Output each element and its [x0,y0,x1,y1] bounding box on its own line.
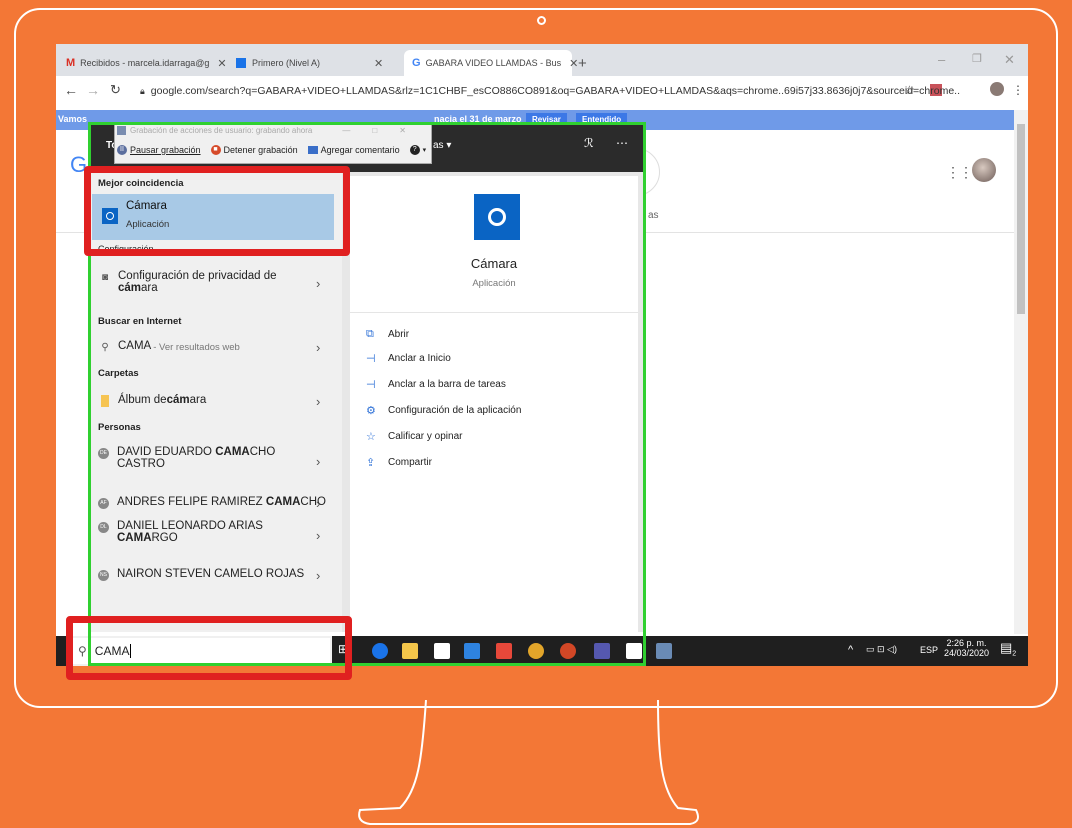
google-icon: G [412,57,421,69]
close-icon[interactable]: ✕ [569,57,578,70]
lock-icon: 🔒︎ [140,85,145,96]
tab-classroom[interactable]: Primero (Nivel A) ✕ [236,50,401,76]
tools-tab-fragment[interactable]: as [648,210,659,221]
address-bar[interactable]: 🔒︎ google.com/search?q=GABARA+VIDEO+LLAM… [140,82,960,100]
reload-icon[interactable]: ↻ [110,82,121,98]
tab-gmail[interactable]: M Recibidos - marcela.idarraga@g ✕ [66,50,231,76]
minimize-icon[interactable]: – [938,52,945,67]
monitor-camera [537,16,546,25]
browser-tab-strip: M Recibidos - marcela.idarraga@g ✕ Prime… [56,44,1028,76]
new-tab-button[interactable]: + [578,50,587,76]
language-indicator[interactable]: ESP [920,645,938,655]
recorder-taskbar-icon[interactable] [656,643,672,659]
red-highlight-search [66,616,352,680]
google-avatar[interactable] [972,158,996,182]
gmail-icon: M [66,57,76,69]
close-icon[interactable]: ✕ [374,57,383,70]
tray-chevron-icon[interactable]: ^ [848,644,853,656]
scrollbar-thumb[interactable] [1017,124,1025,314]
classroom-icon [236,58,246,68]
page-scrollbar[interactable] [1014,110,1028,634]
notification-icon[interactable]: ▤2 [1000,640,1016,658]
red-highlight-best-match [84,166,350,256]
menu-kebab-icon[interactable]: ⋮ [1012,83,1024,97]
monitor-stand [358,700,699,825]
tray-network-icon[interactable]: ▭ ⊡ ◁) [866,644,897,655]
forward-arrow-icon[interactable]: → [86,82,100,98]
window-close-icon[interactable]: ✕ [1004,52,1015,68]
clock[interactable]: 2:26 p. m. 24/03/2020 [944,638,989,658]
maximize-icon[interactable]: ❐ [972,52,982,65]
avatar[interactable] [990,81,1004,99]
tab-google-search[interactable]: G GABARA VIDEO LLAMDAS - Bus ✕ [404,50,578,76]
back-arrow-icon[interactable]: ← [64,82,78,98]
close-icon[interactable]: ✕ [217,57,226,70]
